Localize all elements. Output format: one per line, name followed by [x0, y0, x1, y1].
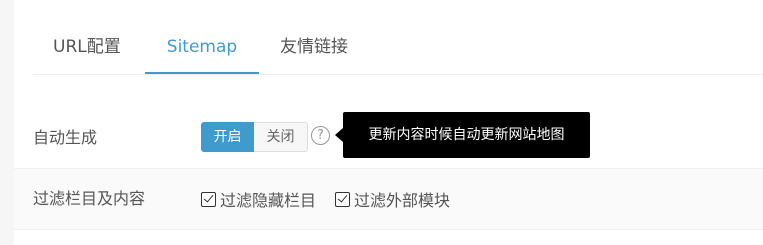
tooltip-arrow	[335, 128, 343, 142]
tab-friend-links[interactable]: 友情链接	[259, 22, 369, 74]
checkbox-checked-icon[interactable]	[201, 191, 216, 207]
filter-external-modules-label: 过滤外部模块	[354, 191, 451, 210]
filter-external-modules-checkbox[interactable]: 过滤外部模块	[335, 169, 450, 229]
filter-hidden-columns-label: 过滤隐藏栏目	[220, 191, 317, 210]
question-circle-icon[interactable]: ?	[311, 126, 330, 145]
auto-generate-row: 自动生成 开启 关闭 ? 更新内容时候自动更新网站地图	[14, 108, 763, 167]
checkbox-checked-icon[interactable]	[335, 191, 350, 207]
filter-hidden-columns-checkbox[interactable]: 过滤隐藏栏目	[201, 169, 316, 229]
tab-bar: URL配置 Sitemap 友情链接	[33, 22, 763, 75]
auto-generate-toggle: 开启 关闭	[201, 122, 308, 152]
filter-label: 过滤栏目及内容	[33, 189, 146, 208]
help-tooltip: 更新内容时候自动更新网站地图	[343, 112, 590, 158]
filter-row: 过滤栏目及内容 过滤隐藏栏目 过滤外部模块	[14, 168, 763, 230]
tab-sitemap[interactable]: Sitemap	[145, 22, 259, 74]
toggle-on-button[interactable]: 开启	[201, 122, 254, 152]
auto-generate-label: 自动生成	[33, 128, 98, 147]
toggle-off-button[interactable]: 关闭	[254, 122, 308, 152]
tab-url-config[interactable]: URL配置	[33, 22, 145, 74]
sitemap-settings-page: URL配置 Sitemap 友情链接 自动生成 开启 关闭 ? 更新内容时候自动…	[0, 0, 763, 245]
left-edge-strip	[0, 0, 14, 245]
